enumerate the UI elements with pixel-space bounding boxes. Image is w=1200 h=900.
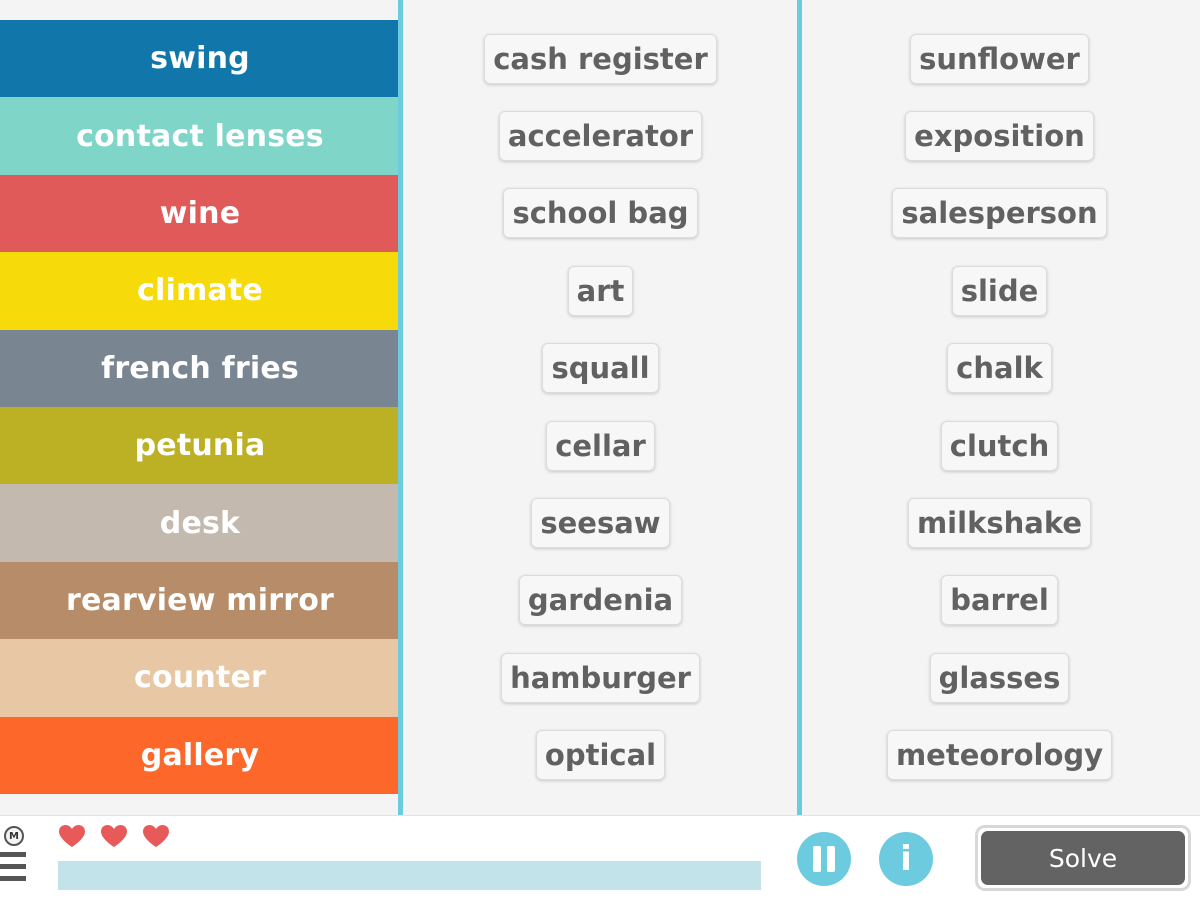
game-board: swing contact lenses wine climate french fri… <box>0 0 1200 815</box>
word-slot: optical <box>403 717 798 794</box>
word-chip[interactable]: barrel <box>941 575 1058 626</box>
category-row[interactable]: swing <box>0 20 400 98</box>
info-icon: i <box>900 839 912 879</box>
word-slot: cellar <box>403 407 798 484</box>
category-row[interactable]: rearview mirror <box>0 561 400 640</box>
category-row[interactable]: contact lenses <box>0 97 400 175</box>
word-chip[interactable]: optical <box>535 730 666 781</box>
category-row[interactable]: wine <box>0 174 400 253</box>
word-chip[interactable]: squall <box>542 343 659 394</box>
word-chip[interactable]: school bag <box>503 188 698 239</box>
heart-icon <box>143 825 169 847</box>
footer-bar: M i Solve <box>0 815 1200 900</box>
word-slot: barrel <box>802 562 1197 639</box>
word-chip[interactable]: seesaw <box>531 498 670 549</box>
word-chip[interactable]: hamburger <box>501 652 700 703</box>
category-row[interactable]: french fries <box>0 329 400 407</box>
word-slot: clutch <box>802 407 1197 484</box>
word-chip[interactable]: accelerator <box>498 111 703 162</box>
lives-indicator <box>58 824 170 848</box>
word-slot: meteorology <box>802 717 1197 794</box>
word-slot: exposition <box>802 97 1197 174</box>
word-chip[interactable]: salesperson <box>892 188 1107 239</box>
category-row[interactable]: counter <box>0 639 400 717</box>
word-chip[interactable]: gardenia <box>518 575 683 626</box>
word-chip[interactable]: art <box>567 265 634 316</box>
word-slot: accelerator <box>403 97 798 174</box>
menu-button[interactable]: M <box>0 824 30 894</box>
word-slot: gardenia <box>403 562 798 639</box>
pause-icon <box>813 846 835 872</box>
word-slot: slide <box>802 252 1197 329</box>
word-slot: school bag <box>403 175 798 252</box>
word-column-middle: cash register accelerator school bag art squ… <box>403 20 798 794</box>
word-chip[interactable]: chalk <box>947 343 1052 394</box>
heart-icon <box>59 825 85 847</box>
word-chip[interactable]: cash register <box>484 33 717 84</box>
hamburger-menu-icon[interactable] <box>0 852 26 888</box>
solve-button[interactable]: Solve <box>975 825 1191 891</box>
pause-button[interactable] <box>797 832 851 886</box>
info-button[interactable]: i <box>879 832 933 886</box>
word-chip[interactable]: slide <box>951 265 1048 316</box>
m-badge-icon: M <box>4 826 24 846</box>
progress-bar <box>58 861 761 890</box>
word-chip[interactable]: exposition <box>905 111 1094 162</box>
word-slot: salesperson <box>802 175 1197 252</box>
word-slot: cash register <box>403 20 798 97</box>
category-row[interactable]: gallery <box>0 716 400 794</box>
word-slot: seesaw <box>403 484 798 561</box>
word-chip[interactable]: clutch <box>940 420 1059 471</box>
category-row[interactable]: climate <box>0 252 400 330</box>
word-slot: sunflower <box>802 20 1197 97</box>
word-chip[interactable]: milkshake <box>907 498 1092 549</box>
word-column-right: sunflower exposition salesperson slide chalk… <box>802 20 1197 794</box>
category-row[interactable]: petunia <box>0 406 400 485</box>
heart-icon <box>101 825 127 847</box>
word-chip[interactable]: sunflower <box>910 33 1089 84</box>
word-slot: hamburger <box>403 639 798 716</box>
word-slot: squall <box>403 330 798 407</box>
word-slot: art <box>403 252 798 329</box>
word-slot: glasses <box>802 639 1197 716</box>
word-chip[interactable]: glasses <box>929 652 1070 703</box>
word-slot: milkshake <box>802 484 1197 561</box>
solve-button-label: Solve <box>981 831 1185 885</box>
word-slot: chalk <box>802 330 1197 407</box>
category-column: swing contact lenses wine climate french fri… <box>0 20 400 794</box>
word-chip[interactable]: meteorology <box>886 730 1113 781</box>
category-row[interactable]: desk <box>0 484 400 562</box>
word-chip[interactable]: cellar <box>546 420 655 471</box>
